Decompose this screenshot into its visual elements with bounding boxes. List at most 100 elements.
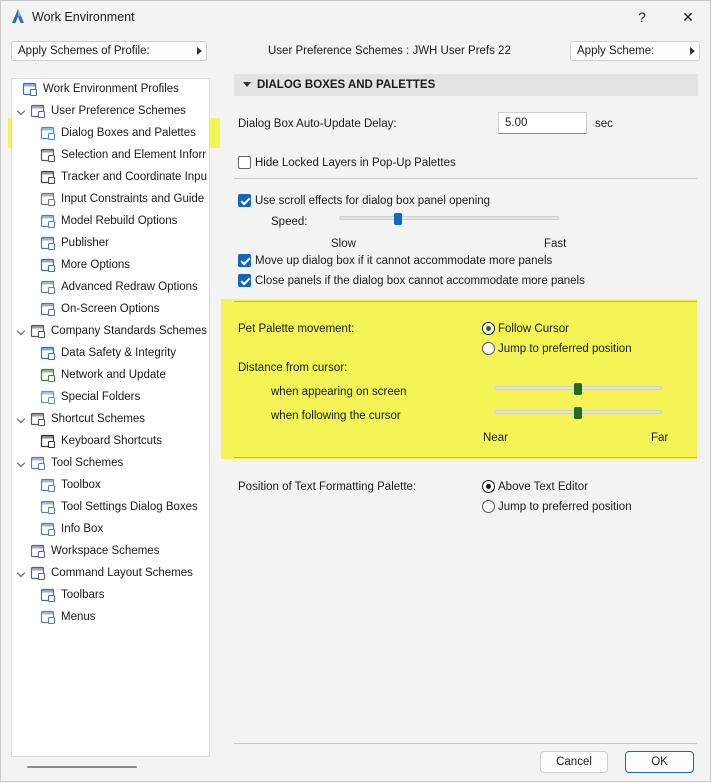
profiles-icon [22,82,38,97]
pet-jump-radio[interactable] [482,342,495,355]
tree-item-label: Advanced Redraw Options [61,281,198,293]
distance-label: Distance from cursor: [238,362,348,374]
scroll-effects-label: Use scroll effects for dialog box panel … [255,195,491,207]
tree-item-work-environment-profiles[interactable]: Work Environment Profiles [12,79,209,99]
above-text-editor-radio[interactable] [482,480,495,493]
tree-item-label: More Options [61,259,131,271]
tree-item-tool-schemes[interactable]: Tool Schemes [12,453,209,473]
tree-item-toolbars[interactable]: Toolbars [12,585,209,605]
pet-jump-label: Jump to preferred position [498,343,632,355]
chevron-down-icon[interactable] [16,414,26,424]
chevron-down-icon[interactable] [16,458,26,468]
separator [234,178,697,179]
scroll-effects-checkbox[interactable] [238,194,251,207]
chevron-down-icon[interactable] [16,106,26,116]
tree-item-dialog-boxes-and-palettes[interactable]: Dialog Boxes and Palettes [12,123,209,143]
following-label: when following the cursor [271,410,401,422]
chevron-down-icon[interactable] [16,326,26,336]
window-title: Work Environment [32,10,135,24]
appearing-slider-thumb[interactable] [574,383,582,395]
apply-schemes-of-profile-dropdown[interactable]: Apply Schemes of Profile: [11,41,207,61]
tree-item-shortcut-schemes[interactable]: Shortcut Schemes [12,409,209,429]
tree-item-label: User Preference Schemes [51,105,186,117]
tree-item-label: Command Layout Schemes [51,567,193,579]
following-slider-thumb[interactable] [574,407,582,419]
tree-item-workspace-schemes[interactable]: Workspace Schemes [12,541,209,561]
shortcut-schemes-icon [30,412,46,427]
company-standards-icon [30,324,46,339]
more-options-icon [40,258,56,273]
toolbars-icon [40,588,56,603]
speed-slider-thumb[interactable] [394,213,403,225]
tree-item-label: Toolbars [61,589,105,601]
publisher-icon [40,236,56,251]
speed-slider-track[interactable] [339,216,559,220]
redraw-icon [40,280,56,295]
follow-cursor-radio[interactable] [482,322,495,335]
tree-item-network-and-update[interactable]: Network and Update [12,365,209,385]
selection-icon [40,148,56,163]
ok-button[interactable]: OK [625,751,694,773]
delay-input[interactable]: 5.00 [498,112,587,134]
help-button[interactable]: ? [625,5,659,29]
tree-item-info-box[interactable]: Info Box [12,519,209,539]
tree-item-label: Toolbox [61,479,101,491]
tree-item-selection-and-element-inforr[interactable]: Selection and Element Inforr [12,145,209,165]
tree-item-company-standards-schemes[interactable]: Company Standards Schemes [12,321,209,341]
move-up-label: Move up dialog box if it cannot accommod… [255,255,553,267]
network-globe-icon [40,368,56,383]
delay-unit: sec [595,118,613,130]
tree-item-input-constraints-and-guide[interactable]: Input Constraints and Guide [12,189,209,209]
tree-item-more-options[interactable]: More Options [12,255,209,275]
tree-item-label: Network and Update [61,369,166,381]
tree-item-command-layout-schemes[interactable]: Command Layout Schemes [12,563,209,583]
close-button[interactable]: ✕ [671,5,705,29]
tree-item-label: Selection and Element Inforr [61,149,207,161]
tree-item-publisher[interactable]: Publisher [12,233,209,253]
tree-item-label: Model Rebuild Options [61,215,178,227]
far-label: Far [651,432,669,444]
text-palette-label: Position of Text Formatting Palette: [238,481,417,493]
tree-item-label: Publisher [61,237,109,249]
workspace-icon [30,544,46,559]
tree-item-label: Dialog Boxes and Palettes [61,127,196,139]
pet-palette-label: Pet Palette movement: [238,323,355,335]
tree-item-label: Shortcut Schemes [51,413,145,425]
tool-settings-icon [40,500,56,515]
tree-item-on-screen-options[interactable]: On-Screen Options [12,299,209,319]
tree-item-toolbox[interactable]: Toolbox [12,475,209,495]
tree-item-label: Keyboard Shortcuts [61,435,163,447]
tree-item-data-safety-integrity[interactable]: Data Safety & Integrity [12,343,209,363]
tree-item-model-rebuild-options[interactable]: Model Rebuild Options [12,211,209,231]
delay-label: Dialog Box Auto-Update Delay: [238,118,397,130]
text-jump-radio[interactable] [482,500,495,513]
tree-item-label: On-Screen Options [61,303,160,315]
arrow-right-icon [690,47,695,55]
apply-profile-label: Apply Schemes of Profile: [18,45,150,57]
hide-locked-layers-checkbox[interactable] [238,156,251,169]
tool-schemes-icon [30,456,46,471]
tree-item-special-folders[interactable]: Special Folders [12,387,209,407]
menus-icon [40,610,56,625]
tree-item-user-preference-schemes[interactable]: User Preference Schemes [12,101,209,121]
tree-item-tracker-and-coordinate-inpu[interactable]: Tracker and Coordinate Inpu [12,167,209,187]
tree-horizontal-scrollbar[interactable] [27,766,137,768]
tree-item-tool-settings-dialog-boxes[interactable]: Tool Settings Dialog Boxes [12,497,209,517]
tree-item-menus[interactable]: Menus [12,607,209,627]
move-up-checkbox[interactable] [238,254,251,267]
hide-locked-layers-label: Hide Locked Layers in Pop-Up Palettes [255,157,456,169]
input-constraints-icon [40,192,56,207]
tree-item-keyboard-shortcuts[interactable]: Keyboard Shortcuts [12,431,209,451]
cancel-button[interactable]: Cancel [540,751,608,773]
tree-item-label: Tool Settings Dialog Boxes [61,501,198,513]
section-header-dialog-boxes[interactable]: DIALOG BOXES AND PALETTES [234,74,698,96]
chevron-down-icon[interactable] [16,568,26,578]
close-panels-checkbox[interactable] [238,274,251,287]
data-safety-icon [40,346,56,361]
apply-scheme-dropdown[interactable]: Apply Scheme: [570,41,700,61]
speed-label: Speed: [271,216,308,228]
tree-item-label: Info Box [61,523,104,535]
settings-tree[interactable]: Work Environment Profiles User Preference… [11,78,210,757]
tree-item-advanced-redraw-options[interactable]: Advanced Redraw Options [12,277,209,297]
tree-item-label: Tracker and Coordinate Inpu [61,171,207,183]
